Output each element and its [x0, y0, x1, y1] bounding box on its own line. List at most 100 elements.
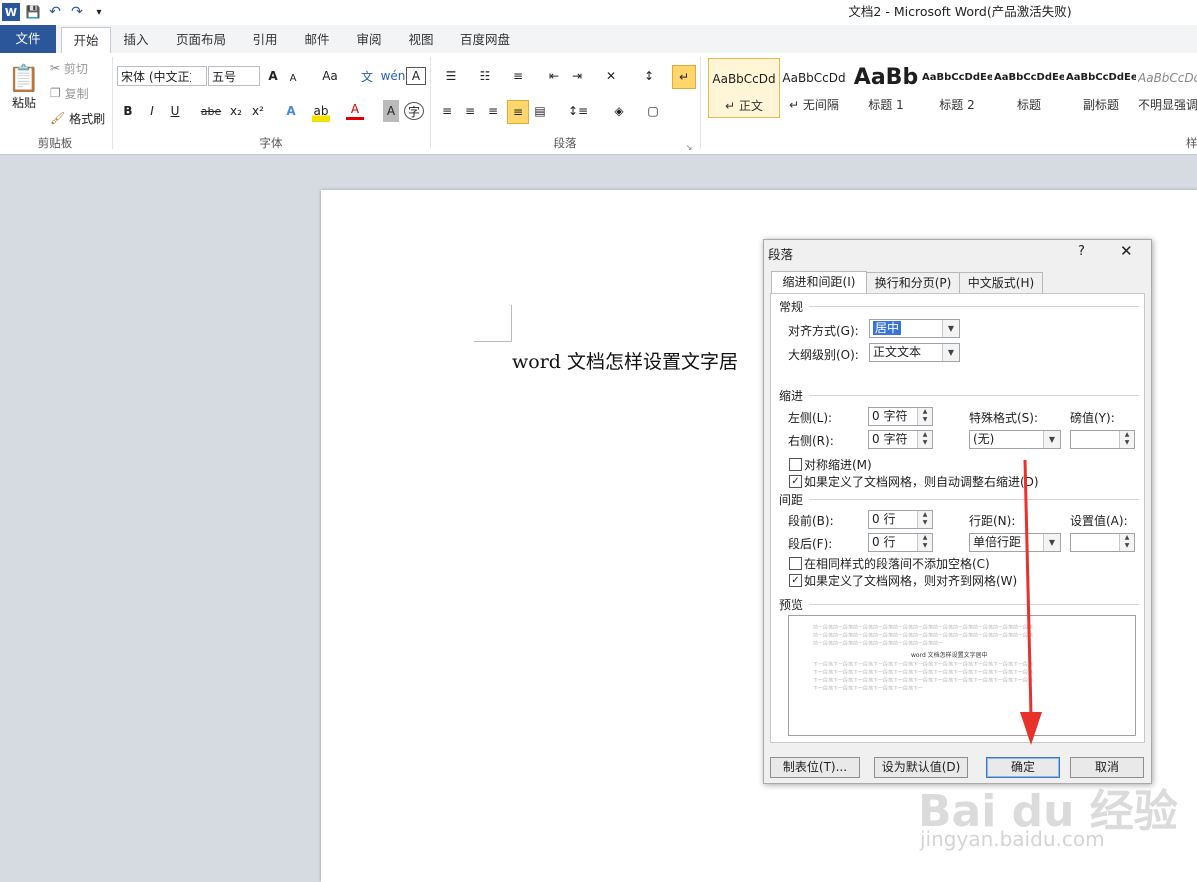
style-subtitle[interactable]: AaBbCcDdEe 副标题 — [1066, 58, 1136, 116]
document-text[interactable]: word 文档怎样设置文字居 — [512, 347, 738, 374]
clipboard-group-label: 剪贴板 — [37, 136, 73, 150]
shrink-font-button[interactable]: A — [286, 67, 300, 89]
no-space-same-style-checkbox[interactable] — [789, 557, 802, 570]
special-indent-select[interactable]: (无) ▼ — [969, 430, 1061, 449]
style-subtle-emphasis[interactable]: AaBbCcDdEe 不明显强调 — [1138, 58, 1197, 116]
window-title: 文档2 - Microsoft Word(产品激活失败) — [848, 4, 1072, 19]
margin-corner-mark — [474, 305, 512, 342]
tab-review[interactable]: 审阅 — [348, 27, 390, 52]
justify-icon[interactable]: ≡ — [507, 100, 529, 124]
align-center-icon[interactable]: ≡ — [461, 100, 479, 122]
tab-page-layout[interactable]: 页面布局 — [170, 27, 232, 52]
sort-icon[interactable]: ↕ — [640, 65, 658, 87]
left-indent-input[interactable]: 0 字符 ▲ ▼ — [868, 407, 933, 426]
preview-next-line: 下一段落下一段落下一段落下一段落下一段落下一段落下一段落下一段落下一段落下一段落… — [813, 686, 923, 690]
font-name-combo[interactable]: 宋体 (中文正文) — [117, 66, 207, 86]
bold-button[interactable]: B — [120, 100, 136, 122]
indent-heading: 缩进 — [779, 389, 804, 403]
tab-home[interactable]: 开始 — [61, 27, 111, 55]
brush-icon: 🖌 — [50, 111, 66, 125]
clear-format-button[interactable]: A — [406, 67, 426, 85]
superscript-button[interactable]: x² — [249, 100, 267, 122]
copy-button[interactable]: ❐ 复制 — [50, 82, 89, 104]
spinner-icon[interactable]: ▲ ▼ — [917, 431, 932, 448]
snap-to-grid-checkbox[interactable]: ✓ — [789, 574, 802, 587]
space-before-input[interactable]: 0 行 ▲ ▼ — [868, 510, 933, 529]
help-button[interactable]: ? — [1078, 244, 1085, 259]
line-spacing-icon[interactable]: ↕≡ — [565, 100, 591, 122]
style-heading-1[interactable]: AaBb 标题 1 — [851, 58, 921, 116]
strikethrough-button[interactable]: abe — [200, 100, 222, 122]
align-left-icon[interactable]: ≡ — [438, 100, 456, 122]
customize-qat-icon[interactable]: ▾ — [90, 3, 108, 21]
highlight-icon[interactable]: ab — [312, 100, 330, 122]
increase-indent-icon[interactable]: ⇥ — [568, 65, 586, 87]
borders-icon[interactable]: ▢ — [640, 100, 666, 122]
cut-button[interactable]: ✂ 剪切 — [50, 57, 88, 79]
alignment-label: 对齐方式(G): — [788, 324, 859, 338]
spinner-icon[interactable]: ▲ ▼ — [1119, 534, 1134, 551]
font-color-icon[interactable]: A — [346, 100, 364, 120]
alignment-select[interactable]: 居中 ▼ — [869, 319, 960, 338]
line-spacing-at-input[interactable]: ▲ ▼ — [1070, 533, 1135, 552]
left-indent-label: 左侧(L): — [788, 411, 833, 425]
tab-references[interactable]: 引用 — [244, 27, 286, 52]
tab-mailings[interactable]: 邮件 — [296, 27, 338, 52]
align-right-icon[interactable]: ≡ — [484, 100, 502, 122]
decrease-indent-icon[interactable]: ⇤ — [545, 65, 563, 87]
character-border-icon[interactable]: wén — [381, 65, 406, 87]
show-marks-icon[interactable]: ↵ — [672, 65, 696, 89]
numbering-icon[interactable]: ☷ — [472, 65, 498, 87]
multilevel-list-icon[interactable]: ≡ — [505, 65, 531, 87]
divider — [809, 604, 1139, 605]
mirror-indents-checkbox[interactable] — [789, 458, 802, 471]
shading-icon[interactable]: ◈ — [606, 100, 632, 122]
font-size-combo[interactable]: 五号 — [208, 66, 260, 86]
enclose-character-icon[interactable]: 字 — [404, 102, 424, 120]
style-normal[interactable]: AaBbCcDd ↵ 正文 — [708, 58, 780, 118]
tab-file[interactable]: 文件 — [0, 25, 56, 53]
save-icon[interactable]: 💾 — [24, 3, 42, 21]
underline-button[interactable]: U — [167, 100, 183, 122]
distributed-icon[interactable]: ▤ — [531, 100, 549, 122]
spinner-icon[interactable]: ▲ ▼ — [1119, 431, 1134, 448]
snap-to-grid-label: 如果定义了文档网格，则对齐到网格(W) — [804, 574, 1018, 588]
tab-asian-typography[interactable]: 中文版式(H) — [959, 272, 1043, 294]
chinese-layout-icon[interactable]: ✕ — [598, 65, 624, 87]
spinner-icon[interactable]: ▲ ▼ — [917, 534, 932, 551]
spinner-icon[interactable]: ▲ ▼ — [917, 511, 932, 528]
spinner-icon[interactable]: ▲ ▼ — [917, 408, 932, 425]
character-shading-icon[interactable]: A — [383, 100, 399, 122]
tabs-button[interactable]: 制表位(T)... — [770, 757, 860, 778]
style-no-spacing[interactable]: AaBbCcDd ↵ 无间隔 — [779, 58, 849, 116]
indent-by-input[interactable]: ▲ ▼ — [1070, 430, 1135, 449]
right-indent-input[interactable]: 0 字符 ▲ ▼ — [868, 430, 933, 449]
paste-button[interactable]: 📋 粘贴 — [6, 57, 42, 117]
change-case-button[interactable]: Aa — [318, 65, 342, 87]
tab-indents-spacing[interactable]: 缩进和间距(I) — [771, 271, 867, 295]
undo-icon[interactable]: ↶ — [46, 3, 64, 21]
text-effects-icon[interactable]: A — [282, 100, 300, 122]
subscript-button[interactable]: x₂ — [227, 100, 245, 122]
redo-icon[interactable]: ↷ — [68, 3, 86, 21]
close-icon[interactable]: ✕ — [1120, 242, 1133, 260]
italic-button[interactable]: I — [144, 100, 160, 122]
style-heading-2[interactable]: AaBbCcDdEe 标题 2 — [922, 58, 992, 116]
outline-level-select[interactable]: 正文文本 ▼ — [869, 343, 960, 362]
auto-right-indent-checkbox[interactable]: ✓ — [789, 475, 802, 488]
format-painter-button[interactable]: 🖌 格式刷 — [50, 107, 105, 129]
tab-insert[interactable]: 插入 — [115, 27, 157, 52]
grow-font-button[interactable]: A — [264, 65, 282, 87]
space-before-label: 段前(B): — [788, 514, 834, 528]
word-app-icon[interactable]: W — [2, 3, 20, 21]
line-spacing-select[interactable]: 单倍行距 ▼ — [969, 533, 1061, 552]
space-after-input[interactable]: 0 行 ▲ ▼ — [868, 533, 933, 552]
bullets-icon[interactable]: ☰ — [438, 65, 464, 87]
tab-view[interactable]: 视图 — [400, 27, 442, 52]
preview-prev-line: 前一段落前一段落前一段落前一段落前一段落前一段落前一段落前一段落前一段落前一段落… — [813, 633, 1034, 637]
tab-line-page-breaks[interactable]: 换行和分页(P) — [866, 272, 960, 294]
phonetic-guide-icon[interactable]: 文 — [358, 65, 376, 87]
tab-baidu-netdisk[interactable]: 百度网盘 — [454, 27, 516, 52]
style-title[interactable]: AaBbCcDdEe 标题 — [994, 58, 1064, 116]
divider — [700, 57, 701, 149]
